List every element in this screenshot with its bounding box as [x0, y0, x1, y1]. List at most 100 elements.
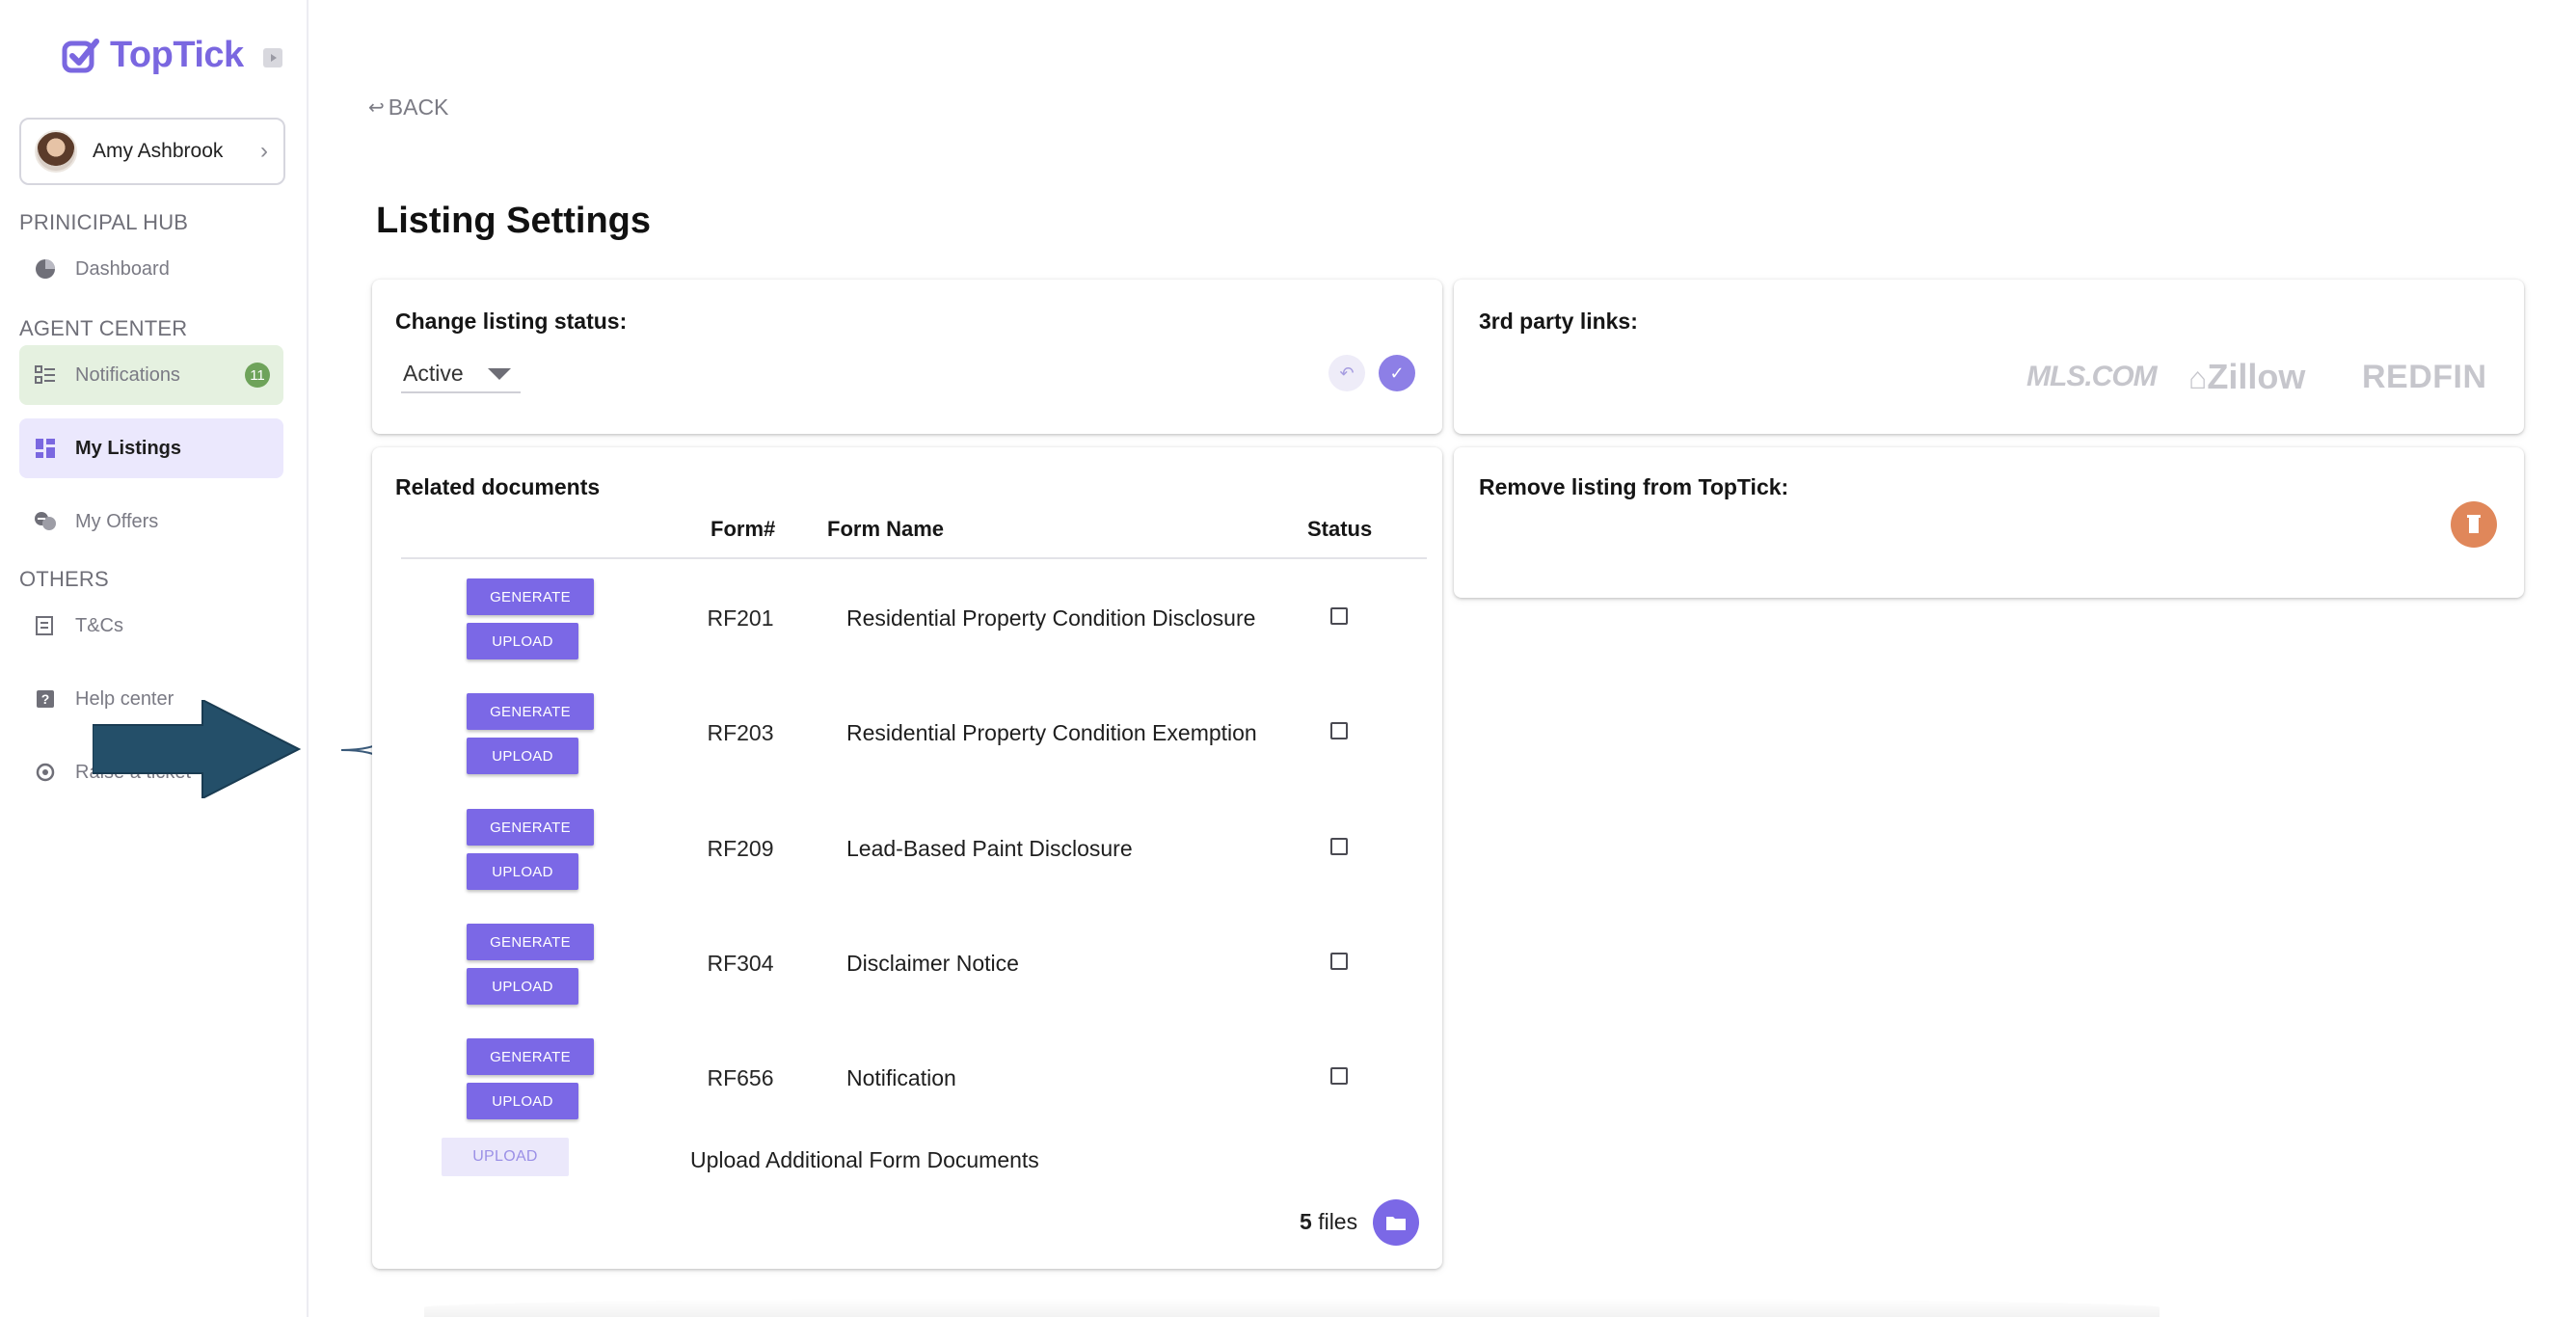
trash-icon — [2467, 515, 2481, 533]
annotation-arrow-icon — [93, 700, 301, 798]
form-number: RF203 — [707, 720, 774, 745]
help-icon: ? — [33, 686, 58, 712]
remove-card-title: Remove listing from TopTick: — [1479, 474, 1789, 499]
table-header-divider — [401, 557, 1427, 559]
form-number: RF304 — [707, 951, 774, 976]
sidebar-item-my-listings[interactable]: My Listings — [19, 418, 283, 478]
status-select-value: Active — [403, 360, 464, 386]
document-icon — [33, 613, 58, 638]
upload-button[interactable]: UPLOAD — [467, 853, 578, 890]
table-row: GENERATE UPLOAD RF201 Residential Proper… — [372, 578, 1442, 675]
status-checkbox[interactable] — [1330, 722, 1348, 739]
generate-button[interactable]: GENERATE — [467, 809, 594, 846]
pie-chart-icon — [33, 256, 58, 282]
sidebar-item-label: T&Cs — [75, 614, 123, 636]
dashboard-grid-icon — [33, 436, 58, 461]
ticket-icon — [33, 760, 58, 785]
mls-link[interactable]: MLS.COM — [2026, 361, 2158, 393]
status-checkbox[interactable] — [1330, 838, 1348, 855]
zillow-logo-icon: ⌂ — [2188, 361, 2208, 395]
open-files-button[interactable] — [1373, 1199, 1419, 1246]
listing-status-card: Change listing status: Active ↶ ✓ — [372, 280, 1442, 434]
status-card-title: Change listing status: — [395, 309, 628, 334]
sidebar-item-label: My Listings — [75, 437, 182, 459]
sidebar-item-label: Dashboard — [75, 257, 170, 280]
chevron-right-icon: › — [260, 138, 268, 164]
back-label: BACK — [388, 94, 449, 120]
notification-count-badge: 11 — [245, 363, 270, 388]
form-number: RF209 — [707, 836, 774, 861]
table-row: GENERATE UPLOAD RF209 Lead-Based Paint D… — [372, 809, 1442, 905]
zillow-link[interactable]: ⌂Zillow — [2188, 357, 2305, 397]
form-name: Residential Property Condition Disclosur… — [846, 605, 1256, 631]
upload-button[interactable]: UPLOAD — [467, 623, 578, 659]
form-name: Residential Property Condition Exemption — [846, 720, 1257, 745]
redfin-link[interactable]: REDFIN — [2362, 359, 2487, 396]
sidebar-item-notifications[interactable]: Notifications 11 — [19, 345, 283, 405]
sidebar-item-dashboard[interactable]: Dashboard — [19, 239, 283, 299]
documents-card-title: Related documents — [395, 474, 601, 499]
back-arrow-icon: ↩ — [368, 97, 385, 119]
confirm-status-button[interactable]: ✓ — [1379, 355, 1415, 391]
column-header-status: Status — [1307, 517, 1373, 541]
section-title-agent-center: AGENT CENTER — [19, 316, 188, 340]
page-title: Listing Settings — [376, 201, 651, 241]
table-row: GENERATE UPLOAD RF304 Disclaimer Notice — [372, 924, 1442, 1020]
section-title-others: OTHERS — [19, 567, 109, 591]
form-number: RF201 — [707, 605, 774, 631]
links-card-title: 3rd party links: — [1479, 309, 1638, 334]
generate-button[interactable]: GENERATE — [467, 924, 594, 960]
folder-icon — [1386, 1217, 1406, 1230]
form-name: Lead-Based Paint Disclosure — [846, 836, 1133, 861]
app-name: TopTick — [110, 35, 244, 75]
listing-status-select[interactable]: Active — [401, 355, 521, 393]
sidebar-item-my-offers[interactable]: My Offers — [19, 492, 283, 551]
status-checkbox[interactable] — [1330, 607, 1348, 625]
third-party-links-card: 3rd party links: MLS.COM ⌂Zillow REDFIN — [1454, 280, 2524, 434]
column-header-form-number: Form# — [711, 517, 776, 541]
status-checkbox[interactable] — [1330, 1067, 1348, 1085]
upload-button[interactable]: UPLOAD — [467, 738, 578, 774]
user-name: Amy Ashbrook — [93, 140, 224, 162]
upload-button[interactable]: UPLOAD — [467, 968, 578, 1005]
form-name: Disclaimer Notice — [846, 951, 1019, 976]
user-profile-button[interactable]: Amy Ashbrook › — [19, 118, 285, 185]
generate-button[interactable]: GENERATE — [467, 578, 594, 615]
back-link[interactable]: ↩ BACK — [368, 94, 448, 121]
status-checkbox[interactable] — [1330, 953, 1348, 970]
files-count-number: 5 — [1300, 1209, 1312, 1234]
form-number: RF656 — [707, 1065, 774, 1090]
sidebar-item-label: Notifications — [75, 363, 180, 386]
upload-additional-label: Upload Additional Form Documents — [690, 1147, 1039, 1172]
app-logo[interactable]: TopTick — [62, 35, 244, 76]
zillow-label: Zillow — [2207, 357, 2306, 396]
upload-additional-button[interactable]: UPLOAD — [442, 1138, 569, 1176]
avatar — [35, 130, 77, 173]
form-name: Notification — [846, 1065, 956, 1090]
undo-icon: ↶ — [1339, 363, 1355, 383]
check-icon: ✓ — [1389, 363, 1405, 383]
dropdown-caret-icon — [488, 368, 511, 380]
files-count: 5 files — [1300, 1209, 1357, 1235]
handshake-icon — [33, 509, 58, 534]
remove-listing-card: Remove listing from TopTick: — [1454, 447, 2524, 598]
bottom-shadow — [424, 1298, 2160, 1317]
logo-check-icon — [62, 38, 99, 72]
undo-button[interactable]: ↶ — [1328, 355, 1365, 391]
section-title-principal-hub: PRINICIPAL HUB — [19, 210, 189, 234]
collapse-sidebar-icon[interactable] — [263, 48, 282, 67]
generate-button[interactable]: GENERATE — [467, 693, 594, 730]
upload-button[interactable]: UPLOAD — [467, 1083, 578, 1119]
svg-text:?: ? — [41, 691, 50, 707]
sidebar-item-terms[interactable]: T&Cs — [19, 596, 283, 656]
sidebar-item-label: My Offers — [75, 510, 159, 532]
column-header-form-name: Form Name — [827, 517, 945, 541]
generate-button[interactable]: GENERATE — [467, 1038, 594, 1075]
files-count-label: files — [1318, 1209, 1358, 1234]
related-documents-card: Related documents Form# Form Name Status… — [372, 447, 1442, 1269]
delete-listing-button[interactable] — [2451, 501, 2497, 548]
list-icon — [33, 363, 58, 388]
table-row: GENERATE UPLOAD RF203 Residential Proper… — [372, 693, 1442, 790]
sidebar: TopTick Amy Ashbrook › PRINICIPAL HUB Da… — [0, 0, 309, 1317]
table-row: GENERATE UPLOAD RF656 Notification — [372, 1038, 1442, 1135]
